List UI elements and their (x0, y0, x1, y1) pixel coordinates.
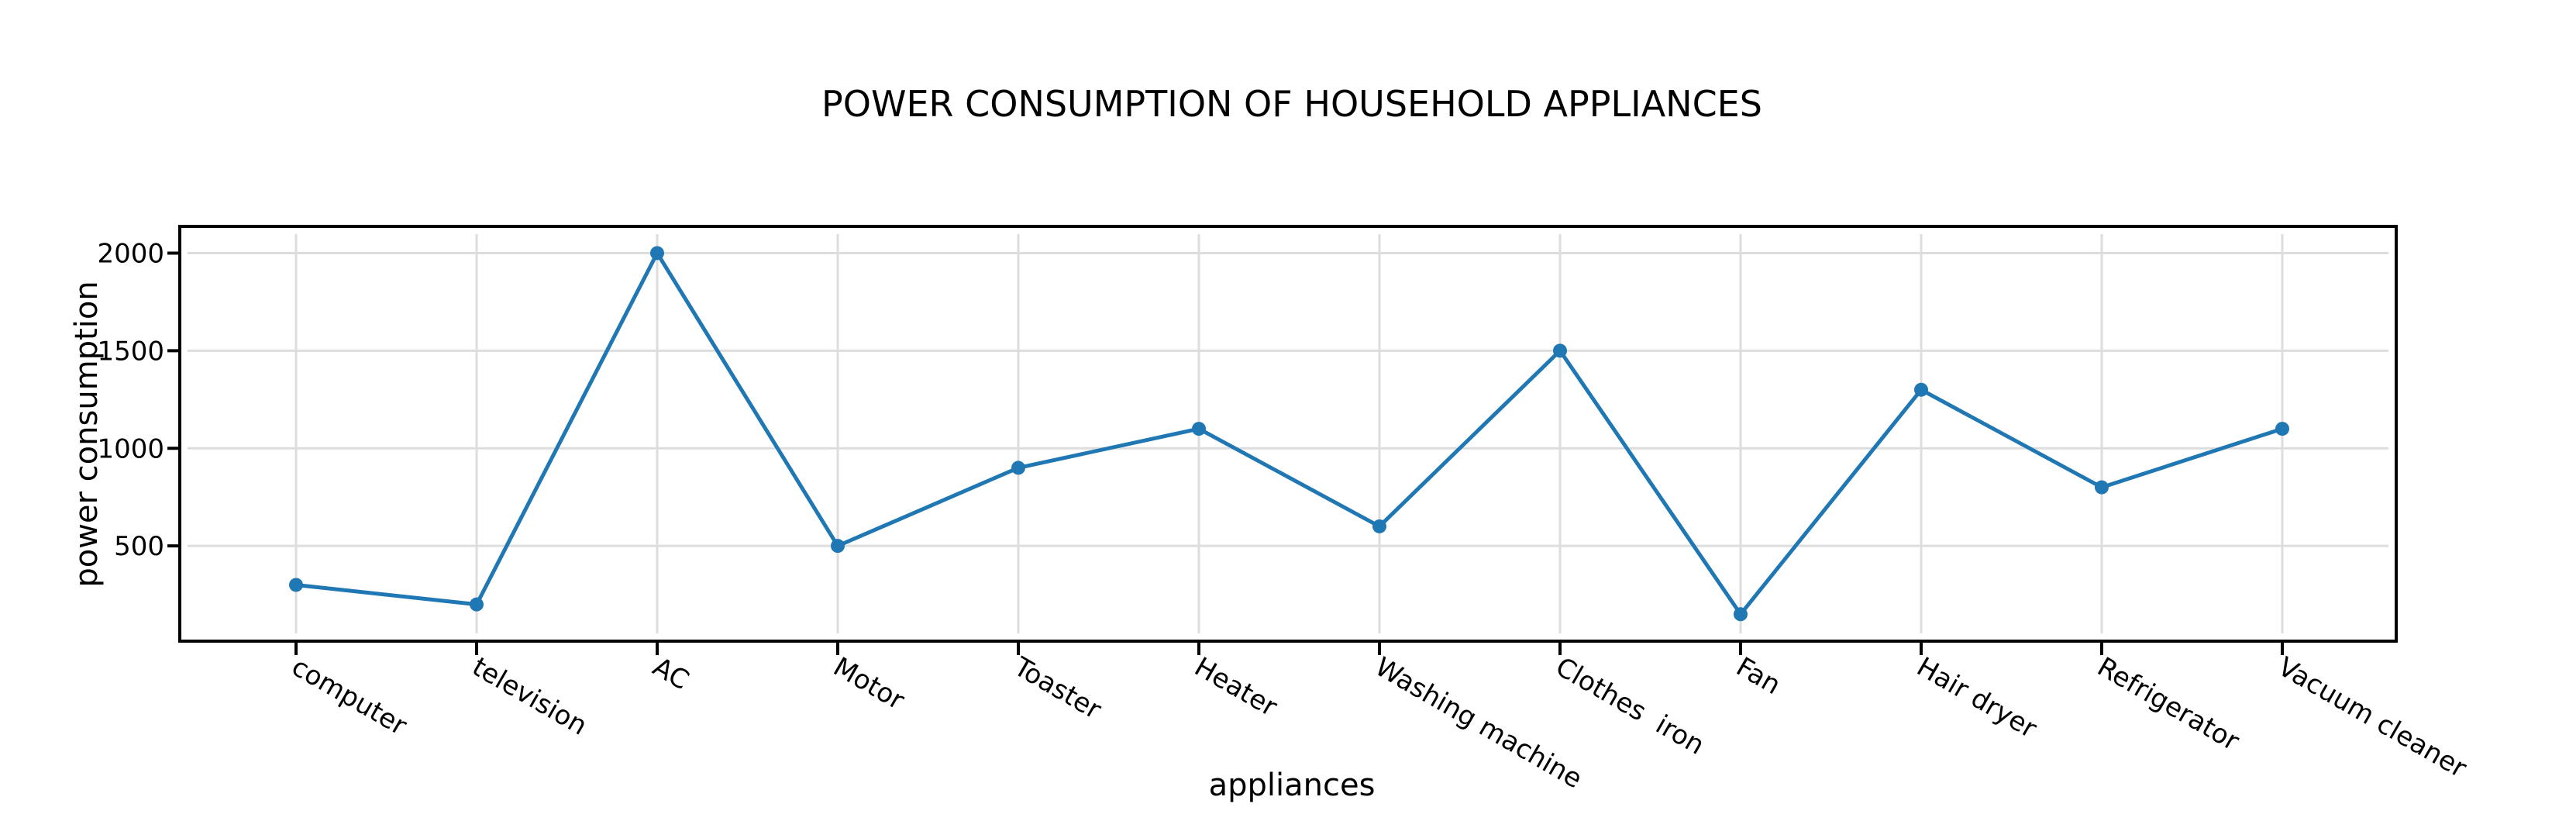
data-point-motor[interactable] (831, 539, 845, 554)
data-point-heater[interactable] (1192, 422, 1206, 436)
x-tick-label: Vacuum cleaner (2273, 651, 2472, 784)
data-point-toaster[interactable] (1011, 461, 1025, 475)
data-point-computer[interactable] (289, 578, 303, 592)
data-point-washing-machine[interactable] (1372, 519, 1386, 533)
data-point-ac[interactable] (650, 246, 664, 260)
data-point-hair-dryer[interactable] (1914, 382, 1928, 397)
axis-ticks: computer television AC Motor Toaster Heater Wa… (97, 238, 2471, 795)
y-tick-label: 1000 (97, 433, 164, 464)
x-tick-label: Motor (828, 651, 910, 716)
data-point-fan[interactable] (1734, 607, 1748, 622)
y-tick-label: 2000 (97, 238, 164, 269)
line-chart: POWER CONSUMPTION OF HOUSEHOLD APPLIANCE… (69, 83, 2471, 803)
x-tick-label: Fan (1731, 651, 1786, 701)
x-tick-label: Heater (1190, 651, 1283, 723)
data-point-television[interactable] (470, 597, 484, 612)
series-power-consumption (289, 246, 2289, 622)
x-axis-title: appliances (1209, 768, 1376, 803)
data-point-clothes-iron[interactable] (1553, 343, 1567, 358)
x-tick-label: Refrigerator (2092, 651, 2245, 757)
data-point-vacuum-cleaner[interactable] (2275, 422, 2289, 436)
x-tick-label: Toaster (1008, 651, 1107, 726)
series-line (295, 250, 2283, 616)
chart-title: POWER CONSUMPTION OF HOUSEHOLD APPLIANCE… (821, 83, 1762, 125)
plot-frame (178, 225, 2398, 643)
x-tick-label: Hair dryer (1912, 651, 2042, 744)
data-point-refrigerator[interactable] (2095, 480, 2109, 495)
gridlines (188, 234, 2388, 633)
y-tick-label: 1500 (97, 336, 164, 367)
y-tick-label: 500 (114, 531, 164, 562)
x-tick-label: computer (287, 651, 412, 742)
y-axis-title: power consumption (69, 281, 105, 587)
x-tick-label: Clothes iron (1551, 651, 1710, 761)
x-tick-label: television (467, 651, 593, 741)
x-tick-label: AC (648, 651, 694, 696)
